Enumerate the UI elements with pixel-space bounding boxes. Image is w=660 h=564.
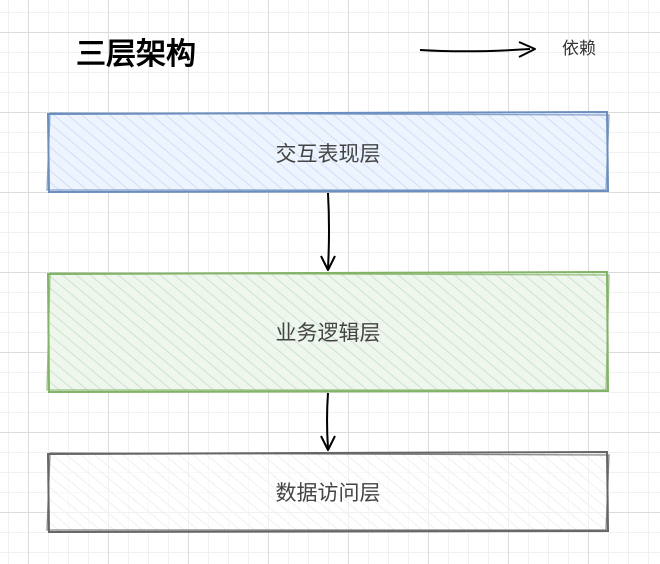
layer-presentation: 交互表现层: [46, 110, 610, 194]
layer-business: 业务逻辑层: [46, 270, 610, 394]
three-tier-architecture-diagram: 三层架构 依赖 交互表现层 业务逻辑层 数据访问层: [46, 37, 610, 534]
layer-presentation-label: 交互表现层: [276, 142, 381, 166]
legend-arrow-line: [419, 48, 531, 53]
legend: 依赖: [419, 39, 596, 59]
edge-business-to-data-access: [320, 392, 336, 451]
edge-business-to-data-access-line: [326, 392, 329, 449]
legend-label: 依赖: [562, 39, 596, 59]
layer-business-label: 业务逻辑层: [276, 321, 381, 345]
edge-presentation-to-business-line: [327, 192, 330, 269]
layer-data-access: 数据访问层: [46, 450, 610, 534]
edge-presentation-to-business: [320, 192, 336, 271]
diagram-title: 三层架构: [76, 37, 196, 72]
layer-data-access-label: 数据访问层: [276, 481, 381, 505]
